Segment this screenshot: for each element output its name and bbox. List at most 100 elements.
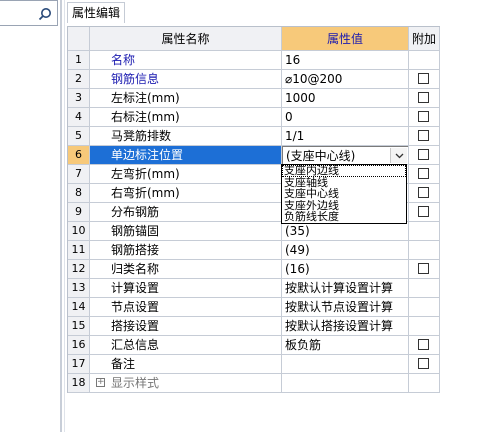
value-dropdown[interactable]: (支座中心线) [282,146,408,164]
property-value[interactable] [282,374,409,393]
property-value[interactable]: (49) [282,241,409,260]
panel-border [64,0,65,432]
property-name: + 显示样式 [90,374,282,393]
table-row[interactable]: 4 右标注(mm) 0 [68,108,440,127]
property-name-label: 钢筋信息 [111,72,160,86]
property-name: 计算设置 [90,279,282,298]
splitter[interactable] [60,0,62,432]
property-value[interactable]: 板负筋 [282,336,409,355]
property-name: 汇总信息 [90,336,282,355]
property-name-label: 显示样式 [111,376,160,390]
property-value-text: 按默认搭接设置计算 [285,319,394,333]
table-row[interactable]: 18 + 显示样式 [68,374,440,393]
property-value-text: (16) [285,262,310,276]
search-icon [38,8,51,21]
row-number: 12 [68,260,90,279]
attach-checkbox[interactable] [418,92,429,103]
dropdown-option[interactable]: 支座轴线 [282,177,406,189]
header-num [68,27,90,51]
table-row[interactable]: 15 搭接设置 按默认搭接设置计算 [68,317,440,336]
dropdown-option[interactable]: 负筋线长度 [282,211,406,223]
row-number: 15 [68,317,90,336]
property-value[interactable]: 1000 [282,89,409,108]
chevron-down-icon [395,153,403,158]
row-number: 7 [68,165,90,184]
property-name-label: 搭接设置 [111,319,160,333]
attach-checkbox[interactable] [418,339,429,350]
table-row[interactable]: 1 名称 16 [68,51,440,70]
add-cell [409,89,440,108]
table-row[interactable]: 5 马凳筋排数 1/1 [68,127,440,146]
attach-checkbox[interactable] [418,130,429,141]
attach-checkbox[interactable] [418,263,429,274]
plus-icon[interactable]: + [96,378,105,387]
property-value[interactable] [282,355,409,374]
add-cell [409,127,440,146]
property-name: 节点设置 [90,298,282,317]
row-number: 2 [68,70,90,89]
dropdown-option[interactable]: 支座外边线 [282,200,406,212]
add-cell [409,203,440,222]
dropdown-list[interactable]: 支座内边线 支座轴线 支座中心线 支座外边线 负筋线长度 [281,164,407,224]
table-row[interactable]: 10 钢筋锚固 (35) [68,222,440,241]
table-row[interactable]: 14 节点设置 按默认节点设置计算 [68,298,440,317]
table-row[interactable]: 16 汇总信息 板负筋 [68,336,440,355]
tab-property-edit[interactable]: 属性编辑 [67,2,126,23]
property-name-label: 右弯折(mm) [111,186,180,200]
property-value[interactable]: 1/1 [282,127,409,146]
property-name-label: 钢筋搭接 [111,243,160,257]
property-name: 右标注(mm) [90,108,282,127]
dropdown-option[interactable]: 支座中心线 [282,188,406,200]
property-value[interactable]: 按默认节点设置计算 [282,298,409,317]
table-row[interactable]: 13 计算设置 按默认计算设置计算 [68,279,440,298]
property-value-text: 板负筋 [285,338,322,352]
attach-checkbox[interactable] [418,149,429,160]
table-row[interactable]: 11 钢筋搭接 (49) [68,241,440,260]
attach-checkbox[interactable] [418,73,429,84]
dropdown-option[interactable]: 支座内边线 [282,165,406,177]
table-row[interactable]: 17 备注 [68,355,440,374]
property-value[interactable]: 按默认计算设置计算 [282,279,409,298]
table-row[interactable]: 3 左标注(mm) 1000 [68,89,440,108]
property-name: 名称 [90,51,282,70]
dropdown-button[interactable] [390,148,407,163]
attach-checkbox[interactable] [418,206,429,217]
property-name: 左标注(mm) [90,89,282,108]
property-value[interactable]: (35) [282,222,409,241]
table-row[interactable]: 2 钢筋信息 ⌀10@200 [68,70,440,89]
property-name: 钢筋搭接 [90,241,282,260]
search-input[interactable] [0,0,58,26]
row-number: 16 [68,336,90,355]
property-name: 搭接设置 [90,317,282,336]
property-name: 钢筋信息 [90,70,282,89]
property-name: 右弯折(mm) [90,184,282,203]
add-cell [409,336,440,355]
property-value-text: (35) [285,224,310,238]
property-name: 备注 [90,355,282,374]
property-name: 钢筋锚固 [90,222,282,241]
property-name-label: 名称 [111,53,136,67]
attach-checkbox[interactable] [418,111,429,122]
property-value-text: (49) [285,243,310,257]
property-value-text: 按默认节点设置计算 [285,300,394,314]
property-value-text: 16 [285,53,301,67]
table-row[interactable]: 12 归类名称 (16) [68,260,440,279]
property-value[interactable]: (支座中心线) [282,146,409,165]
add-cell [409,184,440,203]
property-value[interactable]: ⌀10@200 [282,70,409,89]
property-value[interactable]: 0 [282,108,409,127]
search-button[interactable] [34,4,56,24]
attach-checkbox[interactable] [418,168,429,179]
attach-checkbox[interactable] [418,187,429,198]
row-number: 1 [68,51,90,70]
table-row[interactable]: 6 单边标注位置 (支座中心线) [68,146,440,165]
property-value[interactable]: 按默认搭接设置计算 [282,317,409,336]
add-cell [409,260,440,279]
property-value[interactable]: (16) [282,260,409,279]
row-number: 11 [68,241,90,260]
property-value[interactable]: 16 [282,51,409,70]
attach-checkbox[interactable] [418,358,429,369]
property-name-label: 备注 [111,357,136,371]
add-cell [409,374,440,393]
add-cell [409,241,440,260]
